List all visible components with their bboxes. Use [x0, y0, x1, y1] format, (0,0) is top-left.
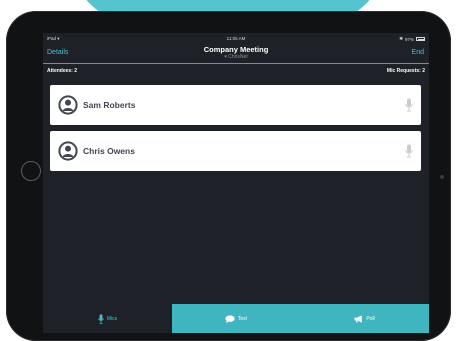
mic-request-count: Mic Requests: 2 — [386, 68, 425, 74]
front-camera — [440, 175, 444, 179]
ipad-frame: iPad ▾ 11:05 AM ✱ 97% Details Company Me… — [6, 11, 451, 341]
wifi-icon: ▾ — [224, 54, 227, 60]
battery-percent: 97% — [404, 36, 414, 42]
network-name-label: ChrisNet — [228, 54, 248, 60]
tab-bar: Mics Text Poll — [43, 304, 429, 333]
battery-icon — [416, 37, 425, 41]
status-bar: iPad ▾ 11:05 AM ✱ 97% — [43, 33, 429, 43]
meeting-info-row: Attendees: 2 Mic Requests: 2 — [47, 68, 425, 76]
tab-label: Mics — [106, 315, 118, 322]
status-time: 11:05 AM — [226, 36, 246, 41]
app-screen: iPad ▾ 11:05 AM ✱ 97% Details Company Me… — [43, 33, 429, 333]
attendee-row[interactable]: Chris Owens — [50, 131, 421, 171]
navigation-bar: Details Company Meeting ▾ ChrisNet End — [43, 43, 429, 64]
tab-poll[interactable]: Poll — [300, 304, 429, 333]
tab-text[interactable]: Text — [172, 304, 300, 333]
chat-bubble-icon — [225, 314, 235, 323]
status-right: ✱ 97% — [399, 36, 425, 42]
home-button[interactable] — [21, 161, 41, 181]
tab-label: Poll — [366, 315, 375, 322]
microphone-icon[interactable] — [405, 144, 413, 158]
meeting-title: Company Meeting — [203, 45, 269, 54]
attendee-name: Sam Roberts — [83, 100, 136, 110]
megaphone-icon — [354, 314, 363, 323]
avatar-icon — [58, 95, 78, 115]
end-button[interactable]: End — [412, 49, 424, 56]
microphone-icon — [98, 313, 104, 324]
tab-label: Text — [237, 315, 248, 322]
attendee-name: Chris Owens — [83, 146, 135, 156]
microphone-icon[interactable] — [405, 98, 413, 112]
tab-mics[interactable]: Mics — [43, 304, 172, 333]
bluetooth-icon: ✱ — [399, 36, 403, 41]
attendee-count: Attendees: 2 — [47, 68, 78, 74]
attendee-row[interactable]: Sam Roberts — [50, 85, 421, 125]
avatar-icon — [58, 141, 78, 161]
network-name: ▾ ChrisNet — [43, 54, 429, 60]
